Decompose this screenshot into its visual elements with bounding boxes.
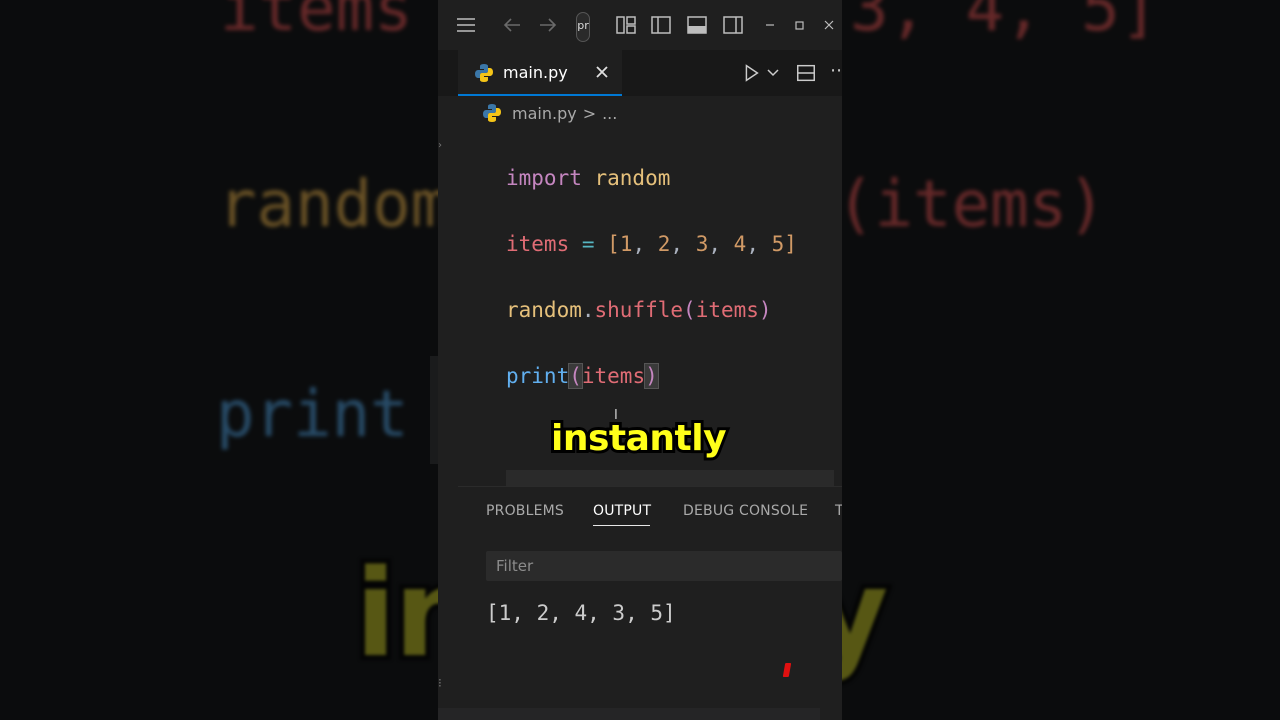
active-tab-indicator — [593, 525, 650, 526]
python-file-icon — [475, 64, 493, 82]
tab-main-py[interactable]: main.py — [458, 50, 622, 96]
toggle-panel-icon[interactable] — [685, 13, 709, 37]
paren-close-highlight: ) — [644, 363, 659, 389]
horizontal-scrollbar[interactable] — [506, 470, 834, 486]
layout-customize-icon[interactable] — [614, 13, 638, 37]
arrow-left-icon[interactable] — [500, 13, 524, 37]
arrow-right-icon[interactable] — [536, 13, 560, 37]
variable-items: items — [506, 232, 570, 256]
bracket-close: ] — [784, 232, 797, 256]
minimize-icon[interactable] — [758, 13, 782, 37]
builtin-print: print — [506, 364, 570, 388]
breadcrumb-file[interactable]: main.py — [512, 104, 577, 123]
run-python-file-icon[interactable] — [740, 62, 762, 84]
code-line-4: print(items) — [506, 360, 659, 392]
bg-code-line-items-arg: (items) — [836, 168, 1106, 242]
paren-close: ) — [758, 298, 772, 322]
toggle-primary-sidebar-icon[interactable] — [649, 13, 673, 37]
chevron-down-icon[interactable] — [766, 66, 780, 80]
fold-chevron-icon[interactable]: › — [438, 140, 442, 151]
filter-placeholder: Filter — [496, 557, 534, 575]
bg-code-line-random: random — [218, 168, 450, 242]
toggle-secondary-sidebar-icon[interactable] — [721, 13, 745, 37]
comma: , — [632, 232, 658, 256]
number-literal: 3 — [695, 232, 709, 256]
panel-gutter-icon: ⁝ — [438, 676, 442, 690]
number-literal: 5 — [771, 232, 785, 256]
tab-terminal[interactable]: T — [835, 503, 842, 519]
tab-debug-console[interactable]: DEBUG CONSOLE — [683, 503, 808, 519]
close-icon[interactable] — [592, 62, 612, 82]
breadcrumb-separator: > — [582, 103, 597, 123]
status-bar — [438, 708, 820, 720]
module-random: random — [506, 298, 582, 322]
split-editor-icon[interactable] — [795, 62, 817, 84]
number-literal: 2 — [657, 232, 671, 256]
argument-items: items — [581, 364, 646, 388]
tab-problems[interactable]: PROBLEMS — [486, 503, 564, 519]
number-literal: 1 — [619, 232, 633, 256]
bottom-panel: PROBLEMS OUTPUT DEBUG CONSOLE T Filter [… — [458, 486, 842, 720]
title-bar: pr — [438, 0, 842, 50]
maximize-icon[interactable] — [787, 13, 811, 37]
command-center[interactable]: pr — [576, 12, 590, 42]
tab-output[interactable]: OUTPUT — [593, 503, 651, 519]
argument-items: items — [695, 298, 759, 322]
video-caption: instantly — [548, 415, 730, 462]
breadcrumb: main.py > ... — [482, 101, 617, 125]
breadcrumb-more[interactable]: ... — [602, 104, 617, 123]
dot: . — [581, 298, 595, 322]
keyword-import: import — [506, 166, 582, 190]
bracket-open: [ — [607, 232, 620, 256]
tab-label: main.py — [503, 63, 568, 82]
code-line-2: items = [1, 2, 3, 4, 5] — [506, 228, 797, 260]
comma: , — [670, 232, 696, 256]
code-line-1: import random — [506, 162, 670, 194]
python-file-icon — [483, 104, 501, 122]
tab-bar: main.py ⋯ — [438, 50, 842, 96]
output-filter-input[interactable]: Filter — [486, 551, 842, 581]
comma: , — [746, 232, 772, 256]
close-window-icon[interactable] — [817, 13, 841, 37]
output-text: [1, 2, 4, 3, 5] — [486, 601, 676, 625]
more-actions-icon[interactable]: ⋯ — [830, 60, 842, 81]
bg-code-line-items: items — [220, 0, 413, 46]
red-cursor-mark — [782, 663, 792, 677]
comma: , — [708, 232, 734, 256]
function-shuffle: shuffle — [594, 298, 684, 322]
code-line-3: random.shuffle(items) — [506, 294, 772, 326]
operator-assign: = — [569, 232, 608, 256]
paren-open-highlight: ( — [568, 363, 583, 389]
menu-icon[interactable] — [454, 13, 478, 37]
paren-open: ( — [683, 298, 696, 322]
module-name: random — [581, 166, 671, 190]
editor-window: pr main.py ⋯ main.py > ... › import rand… — [438, 0, 842, 720]
bg-code-line-print: print — [216, 378, 409, 452]
bg-code-line-items-right: 3, 4, 5] — [850, 0, 1159, 46]
number-literal: 4 — [733, 232, 747, 256]
